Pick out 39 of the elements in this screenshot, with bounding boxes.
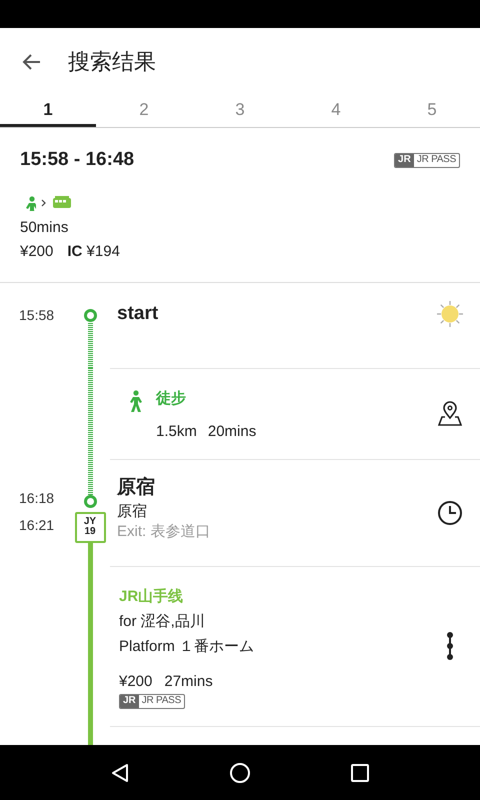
stops-icon — [445, 632, 455, 660]
jr-pass-badge: JR JR PASS — [119, 694, 185, 708]
chevron-right-icon — [41, 198, 47, 206]
exit-text: Exit: 表参道口 — [117, 522, 212, 542]
map-pin-icon — [438, 400, 462, 426]
detail-text: ¥200 — [119, 672, 152, 692]
clock-icon — [437, 500, 463, 526]
triangle-icon — [109, 762, 131, 784]
time-text: 15:58 — [19, 306, 56, 324]
page-title: 搜索结果 — [68, 48, 156, 76]
time-text: 16:21 — [19, 516, 56, 534]
detail-text: 27mins — [164, 672, 213, 692]
platform-text: Platform １番ホーム — [119, 636, 256, 656]
detail-text: 20mins — [208, 422, 256, 442]
station-node — [84, 494, 96, 508]
ic-fare-text: IC ¥194 — [67, 242, 120, 262]
detail-text: 1.5km — [156, 422, 197, 442]
line-name: JR山手线 — [119, 586, 184, 606]
time-range: 15:58 - 16:48 — [20, 148, 134, 172]
jr-pass-badge: JR JR PASS — [394, 152, 460, 168]
direction-text: for 涩谷,品川 — [119, 612, 206, 632]
station-name: start — [117, 302, 160, 326]
fare-text: ¥200 — [20, 242, 54, 262]
tab[interactable]: 5 — [384, 95, 480, 127]
time-text: 16:18 — [19, 488, 56, 506]
tab[interactable]: 4 — [288, 95, 384, 127]
sun-icon — [436, 300, 464, 328]
platform-code-badge: JY 19 — [74, 512, 106, 542]
tab[interactable]: 2 — [96, 95, 192, 127]
square-icon — [349, 762, 371, 784]
station-name: 原宿 — [117, 476, 156, 500]
station-node — [84, 308, 96, 322]
tab[interactable]: 1 — [0, 95, 96, 127]
tab[interactable]: 3 — [192, 95, 288, 127]
train-icon — [52, 196, 72, 210]
duration-text: 50mins — [20, 218, 70, 238]
station-subtitle: 原宿 — [117, 502, 148, 522]
mode-title: 徒步 — [156, 388, 187, 408]
circle-icon — [229, 762, 251, 784]
